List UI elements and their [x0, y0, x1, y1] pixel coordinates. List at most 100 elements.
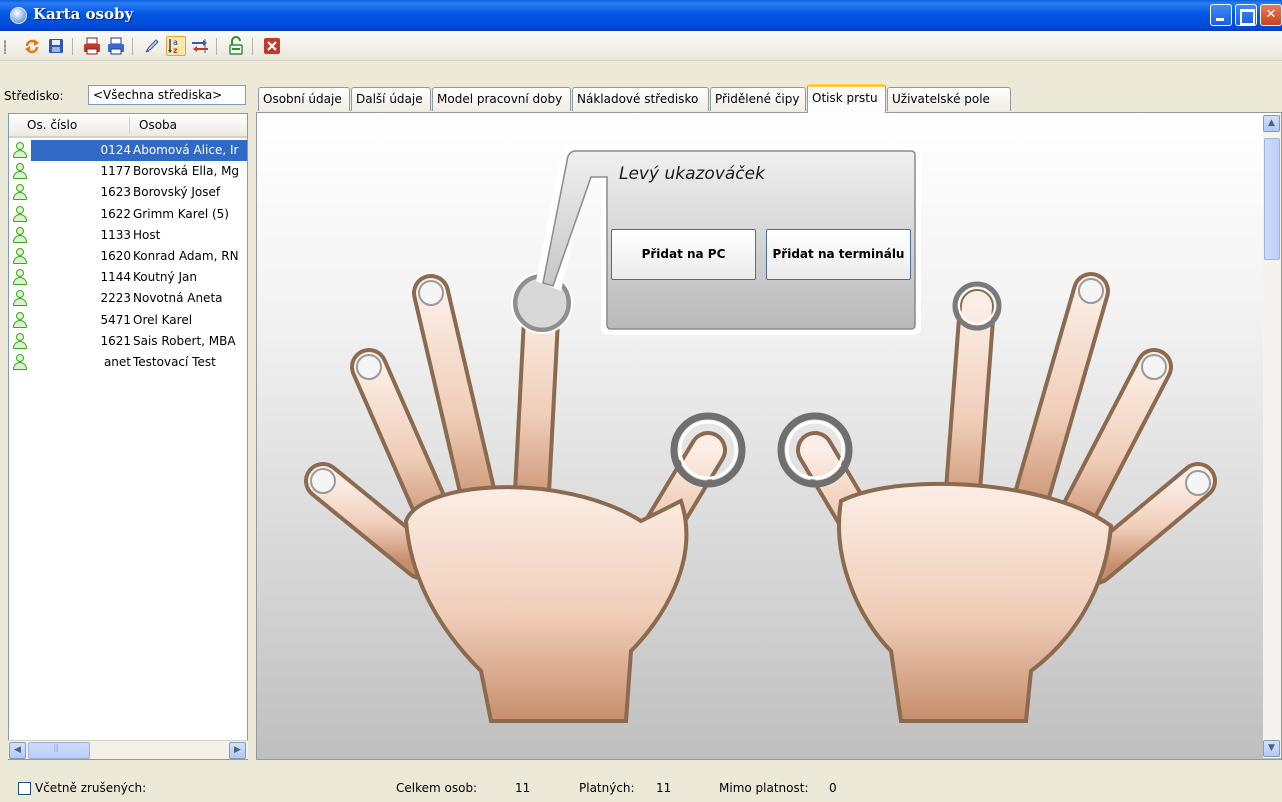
- transfer-icon: [192, 39, 208, 53]
- toolbar-separator: [72, 38, 73, 55]
- valid-persons-value: 11: [656, 781, 672, 795]
- person-list[interactable]: Os. číslo Osoba 0124 Abomová Alice, Ir 117…: [8, 113, 248, 760]
- right-little-finger-marker[interactable]: [1185, 470, 1211, 496]
- toolbar-grip[interactable]: [4, 40, 6, 54]
- person-number: 1144: [100, 270, 131, 285]
- unlock-icon: [229, 36, 243, 55]
- person-name: Testovací Test: [133, 355, 216, 369]
- person-icon: [12, 354, 28, 371]
- unlock-button[interactable]: [226, 36, 246, 56]
- add-on-terminal-button[interactable]: Přidat na terminálu: [766, 229, 911, 280]
- selected-finger-title: Levý ukazováček: [619, 164, 765, 184]
- person-number: 1623: [100, 185, 131, 200]
- left-hand: [304, 272, 746, 723]
- tab-model-pracovní-doby[interactable]: Model pracovní doby: [432, 87, 571, 111]
- person-icon: [12, 142, 28, 159]
- refresh-icon: [25, 39, 39, 54]
- minimize-icon: [1211, 5, 1231, 25]
- include-cancelled-checkbox[interactable]: [18, 782, 31, 795]
- list-item[interactable]: 1623 Borovský Josef: [9, 182, 247, 203]
- left-little-finger-marker[interactable]: [310, 468, 336, 494]
- scroll-down-button[interactable]: ▼: [1263, 740, 1280, 757]
- print-preview-icon: [108, 37, 124, 55]
- list-item[interactable]: 1621 Sais Robert, MBA: [9, 331, 247, 352]
- person-name: Borovský Josef: [133, 185, 221, 200]
- person-icon: [12, 269, 28, 286]
- stredisko-select[interactable]: <Všechna střediska>: [88, 85, 246, 105]
- karta-osoby-window: Karta osoby ✕ az Středisko: <Všechna stř…: [0, 0, 1282, 802]
- scroll-thumb[interactable]: [1264, 138, 1280, 260]
- stredisko-label: Středisko:: [4, 89, 64, 103]
- column-divider[interactable]: [129, 117, 130, 134]
- scroll-left-button[interactable]: ◀: [9, 742, 26, 759]
- list-item[interactable]: 1622 Grimm Karel (5): [9, 204, 247, 225]
- list-item[interactable]: 1133 Host: [9, 225, 247, 246]
- person-name: Grimm Karel (5): [133, 206, 229, 221]
- pane-vertical-scrollbar[interactable]: ▲ ▼: [1263, 115, 1281, 758]
- person-name: Abomová Alice, Ir: [132, 140, 247, 161]
- list-item[interactable]: 5471 Orel Karel: [9, 310, 247, 331]
- person-name: Borovská Ella, Mg: [133, 164, 240, 179]
- person-icon: [12, 248, 28, 265]
- total-persons-value: 11: [515, 781, 531, 795]
- tab-uživatelské-pole[interactable]: Uživatelské pole: [887, 87, 1011, 111]
- tab-přidělené-čipy[interactable]: Přidělené čipy: [710, 87, 806, 111]
- close-record-button[interactable]: [262, 36, 282, 56]
- include-cancelled-label: Včetně zrušených:: [35, 781, 147, 795]
- close-icon: [264, 38, 280, 54]
- person-name: Orel Karel: [133, 312, 193, 327]
- list-item[interactable]: 1177 Borovská Ella, Mg: [9, 161, 247, 182]
- list-item[interactable]: 1144 Koutný Jan: [9, 267, 247, 288]
- list-item[interactable]: 1620 Konrad Adam, RN: [9, 246, 247, 267]
- maximize-button[interactable]: [1235, 4, 1257, 26]
- add-on-pc-button[interactable]: Přidat na PC: [611, 229, 756, 280]
- tab-otisk-prstu[interactable]: Otisk prstu: [807, 84, 886, 113]
- left-ring-finger-marker[interactable]: [356, 354, 382, 380]
- scroll-thumb[interactable]: [28, 742, 90, 759]
- right-middle-finger-marker[interactable]: [1078, 278, 1104, 304]
- scroll-up-button[interactable]: ▲: [1263, 115, 1280, 132]
- list-item[interactable]: 0124 Abomová Alice, Ir: [9, 140, 247, 161]
- transfer-button[interactable]: [190, 36, 210, 56]
- status-bar: [0, 765, 1282, 802]
- list-item[interactable]: 2223 Novotná Aneta: [9, 288, 247, 309]
- person-number: anet: [103, 355, 131, 369]
- refresh-button[interactable]: [22, 36, 42, 56]
- maximize-icon: [1236, 5, 1256, 25]
- person-icon: [12, 226, 28, 244]
- close-window-button[interactable]: ✕: [1260, 4, 1282, 26]
- tab-osobní-údaje[interactable]: Osobní údaje: [258, 87, 350, 111]
- tab-nákladové-středisko[interactable]: Nákladové středisko: [572, 87, 709, 111]
- person-name: Konrad Adam, RN: [133, 249, 239, 263]
- person-name: Host: [133, 227, 161, 242]
- left-middle-finger-marker[interactable]: [418, 280, 444, 306]
- tab-další-údaje[interactable]: Další údaje: [351, 87, 431, 111]
- print-icon: [84, 37, 100, 55]
- person-number: 1620: [100, 249, 131, 263]
- scroll-right-button[interactable]: ▶: [229, 742, 246, 759]
- column-header-number[interactable]: Os. číslo: [27, 118, 77, 132]
- sort-button[interactable]: az: [166, 36, 186, 56]
- minimize-button[interactable]: [1210, 4, 1232, 26]
- close-icon: ✕: [1265, 7, 1277, 22]
- list-item[interactable]: anet Testovací Test: [9, 352, 247, 373]
- hands-diagram: [304, 144, 1217, 723]
- column-header-person[interactable]: Osoba: [139, 118, 177, 132]
- edit-button[interactable]: [142, 36, 162, 56]
- list-horizontal-scrollbar[interactable]: ◀ ▶: [8, 740, 248, 759]
- print-button[interactable]: [82, 36, 102, 56]
- save-icon: [49, 39, 63, 53]
- person-name: Sais Robert, MBA: [133, 333, 236, 348]
- save-button[interactable]: [46, 36, 66, 56]
- person-number: 5471: [100, 312, 131, 327]
- print-preview-button[interactable]: [106, 36, 126, 56]
- toolbar-separator: [216, 38, 217, 55]
- list-header: Os. číslo Osoba: [9, 114, 247, 138]
- toolbar-separator: [132, 38, 133, 55]
- person-number: 1622: [100, 206, 131, 221]
- total-persons-label: Celkem osob:: [396, 781, 478, 795]
- person-name: Koutný Jan: [133, 270, 197, 285]
- right-ring-finger-marker[interactable]: [1141, 354, 1167, 380]
- person-icon: [12, 332, 28, 350]
- panel-splitter[interactable]: [248, 85, 253, 765]
